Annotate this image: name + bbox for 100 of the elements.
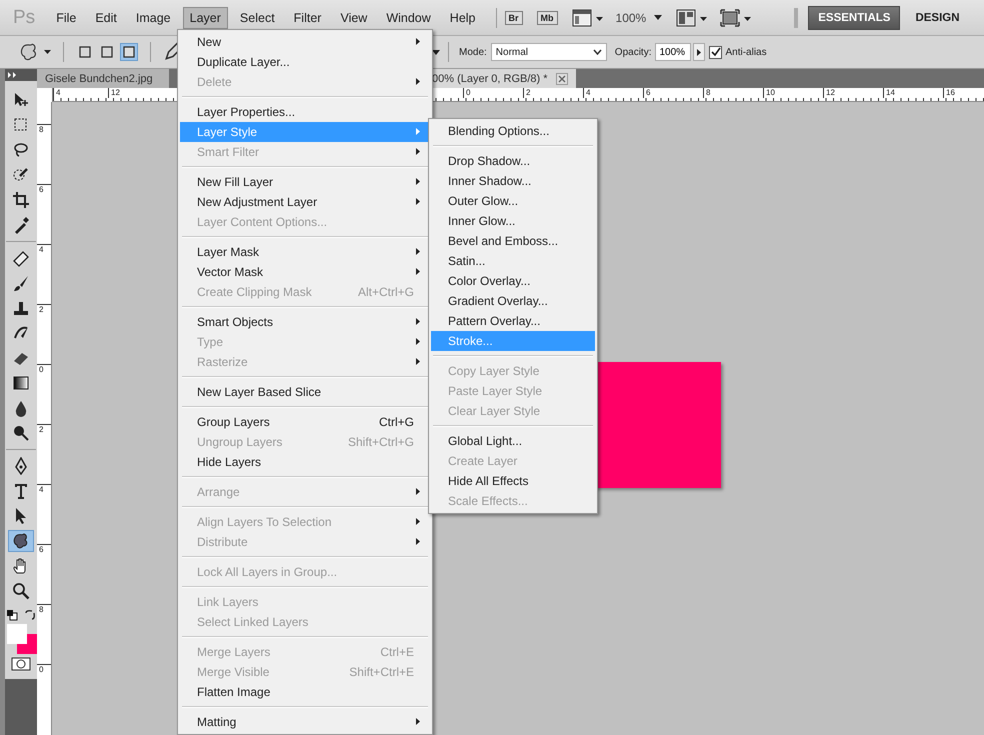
ruler-number: 0: [463, 88, 523, 98]
custom-shape-icon: [12, 532, 30, 550]
shortcut-text: Ctrl+E: [380, 645, 414, 659]
menu-item[interactable]: Hide All Effects: [431, 471, 595, 491]
ruler-number: 4: [53, 88, 108, 98]
ruler-number: 8: [703, 88, 763, 98]
opacity-slider-button[interactable]: [693, 43, 706, 61]
ruler-number: 8: [37, 124, 51, 184]
workspace-button[interactable]: DESIGN: [906, 6, 969, 28]
menu-item[interactable]: New Adjustment Layer: [180, 192, 430, 212]
quick-mask-icon[interactable]: [11, 657, 31, 671]
square-icon: [100, 45, 114, 59]
menu-bar-item[interactable]: Filter: [286, 6, 328, 28]
ruler-number: 6: [37, 184, 51, 244]
menu-item[interactable]: Bevel and Emboss...: [431, 231, 595, 251]
menu-item[interactable]: Pattern Overlay...: [431, 311, 595, 331]
menu-item[interactable]: Matting: [180, 712, 430, 732]
caret-icon: [654, 15, 662, 20]
tool-button[interactable]: [8, 530, 34, 552]
zoom-level-dropdown[interactable]: 100%: [616, 10, 662, 24]
lasso-icon: [12, 141, 30, 159]
type-tool-icon: [12, 482, 30, 500]
square-icon: [122, 45, 136, 59]
menu-bar-item[interactable]: Window: [379, 6, 438, 28]
menu-item[interactable]: Layer Mask: [180, 242, 430, 262]
shortcut-text: Alt+Ctrl+G: [358, 285, 414, 299]
play-icon: [697, 48, 702, 56]
menu-item[interactable]: New: [180, 32, 430, 52]
stamp-icon: [12, 299, 30, 317]
menu-item[interactable]: Smart Objects: [180, 312, 430, 332]
crop-icon: [12, 191, 30, 209]
mode-dropdown[interactable]: Normal: [490, 43, 607, 61]
ruler-number: 0: [37, 664, 51, 724]
gradient-icon: [12, 374, 30, 392]
opacity-label: Opacity:: [614, 46, 652, 58]
menu-item[interactable]: Satin...: [431, 251, 595, 271]
ruler-number: 14: [883, 88, 943, 98]
ruler-number: 12: [823, 88, 883, 98]
move-icon: [12, 91, 30, 109]
brush-icon: [12, 274, 30, 292]
color-swatches-icon[interactable]: [5, 624, 37, 654]
menu-item[interactable]: Global Light...: [431, 431, 595, 451]
ruler-number: 4: [37, 484, 51, 544]
menu-bar-item[interactable]: File: [49, 6, 84, 28]
menu-item[interactable]: Gradient Overlay...: [431, 291, 595, 311]
menu-bar-item[interactable]: Layer: [182, 6, 228, 28]
menu-item[interactable]: Duplicate Layer...: [180, 52, 430, 72]
anti-alias-label: Anti-alias: [725, 46, 767, 58]
menu-item[interactable]: Outer Glow...: [431, 191, 595, 211]
menu-item[interactable]: Inner Glow...: [431, 211, 595, 231]
menu-bar-item[interactable]: Edit: [88, 6, 124, 28]
chevron-icon: [592, 49, 602, 55]
opacity-field[interactable]: 100%: [655, 43, 692, 61]
close-icon[interactable]: [556, 72, 568, 84]
menu-item[interactable]: Color Overlay...: [431, 271, 595, 291]
anti-alias-checkbox[interactable]: [709, 46, 722, 58]
collapse-icon[interactable]: [8, 72, 17, 78]
menu-item[interactable]: Flatten Image: [180, 682, 430, 702]
ruler-number: 12: [108, 88, 163, 98]
menu-item[interactable]: Drop Shadow...: [431, 151, 595, 171]
path-mode-button[interactable]: [120, 43, 138, 61]
ruler-number: 2: [37, 424, 51, 484]
mini-bridge-button[interactable]: Mb: [536, 10, 558, 24]
mode-label: Mode:: [459, 46, 487, 58]
document-tab[interactable]: Gisele Bundchen2.jpg: [37, 69, 169, 88]
menu-bar-item[interactable]: View: [333, 6, 374, 28]
ruler-number: 10: [763, 88, 823, 98]
ruler-number: 6: [37, 544, 51, 604]
menu-item[interactable]: Inner Shadow...: [431, 171, 595, 191]
ruler-number: 2: [37, 304, 51, 364]
menu-bar-item[interactable]: Image: [128, 6, 178, 28]
bridge-button[interactable]: Br: [504, 10, 523, 24]
menu-item[interactable]: New Layer Based Slice: [180, 382, 430, 402]
menu-item[interactable]: Hide Layers: [180, 452, 430, 472]
screen-size-icon[interactable]: [720, 8, 752, 26]
menu-bar-item[interactable]: Select: [232, 6, 282, 28]
caret-icon[interactable]: [432, 50, 440, 54]
caret-icon[interactable]: [44, 50, 51, 54]
zoom-icon: [12, 582, 30, 600]
app-logo: Ps: [13, 6, 36, 28]
swap-colors-icon[interactable]: [24, 609, 36, 621]
shortcut-text: Shift+Ctrl+G: [348, 435, 414, 449]
workspace-button[interactable]: ESSENTIALS: [808, 6, 900, 30]
arrange-documents-icon[interactable]: [676, 8, 708, 26]
document-title: Gisele Bundchen2.jpg: [45, 72, 153, 84]
ruler-number: 0: [37, 364, 51, 424]
screen-mode-icon[interactable]: [572, 8, 604, 26]
menu-bar-item[interactable]: Help: [442, 6, 483, 28]
ruler-number: 2: [523, 88, 583, 98]
menu-item[interactable]: Group Layers Ctrl+G: [180, 412, 430, 432]
default-colors-icon[interactable]: [6, 609, 18, 621]
menu-item[interactable]: Layer Properties...: [180, 102, 430, 122]
menu-item[interactable]: New Fill Layer: [180, 172, 430, 192]
shortcut-text: Shift+Ctrl+E: [349, 665, 414, 679]
ruler-number: 4: [37, 244, 51, 304]
menu-item[interactable]: Blending Options...: [431, 121, 595, 141]
shortcut-text: Ctrl+G: [378, 415, 414, 429]
ruler-number: 8: [37, 604, 51, 664]
menu-item[interactable]: Vector Mask: [180, 262, 430, 282]
document-title: 00% (Layer 0, RGB/8) *: [432, 72, 548, 84]
